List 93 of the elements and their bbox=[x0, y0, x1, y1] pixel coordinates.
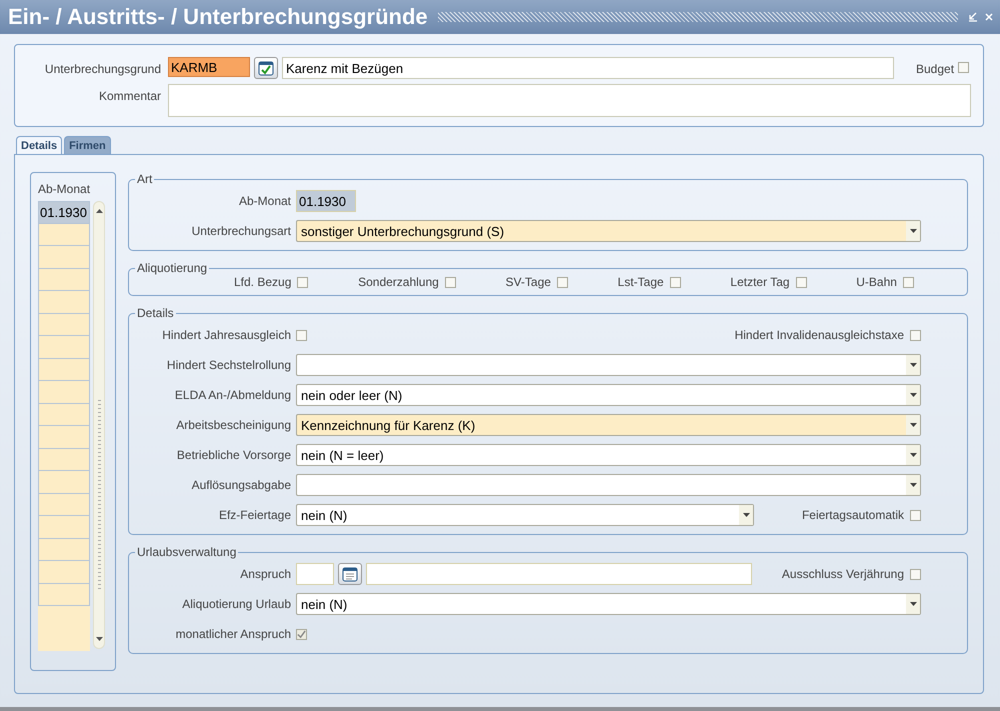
checkbox-label: Lfd. Bezug bbox=[234, 275, 292, 289]
checkbox[interactable] bbox=[910, 568, 921, 580]
calendar-button[interactable] bbox=[338, 563, 362, 585]
calendar-icon bbox=[342, 566, 358, 582]
field-label: Efz-Feiertage bbox=[218, 508, 291, 522]
dropdown-arrow-icon bbox=[910, 363, 916, 367]
checkbox-label: Budget bbox=[916, 61, 954, 76]
list-row[interactable]: 01.1930 bbox=[38, 201, 90, 224]
field-label: Arbeitsbescheinigung bbox=[175, 418, 291, 432]
checkbox[interactable] bbox=[670, 276, 681, 288]
checkbox[interactable] bbox=[902, 276, 914, 288]
comment-field[interactable] bbox=[168, 84, 971, 117]
checkbox-label: Lst-Tage bbox=[618, 275, 664, 289]
empty-list-row[interactable] bbox=[38, 381, 90, 404]
tab[interactable]: Details bbox=[16, 136, 62, 155]
empty-list-row[interactable] bbox=[38, 471, 90, 494]
dropdown[interactable]: nein (N) bbox=[296, 504, 754, 526]
checkbox[interactable] bbox=[296, 628, 307, 640]
empty-list-row[interactable] bbox=[38, 358, 90, 381]
checkbox-label: Ausschluss Verjährung bbox=[782, 567, 904, 581]
checkbox[interactable] bbox=[296, 330, 307, 340]
field-label: Betriebliche Vorsorge bbox=[176, 448, 291, 462]
dropdown[interactable]: nein oder leer (N) bbox=[296, 384, 921, 406]
checkbox-label: Sonderzahlung bbox=[358, 275, 439, 289]
field-label: Unterbrechungsart bbox=[190, 224, 291, 238]
dropdown[interactable] bbox=[296, 474, 921, 496]
field-label: Aliquotierung Urlaub bbox=[181, 597, 291, 611]
empty-list-row[interactable] bbox=[38, 561, 90, 584]
dropdown-arrow-icon bbox=[910, 483, 916, 487]
empty-list-row[interactable] bbox=[38, 426, 90, 448]
code-field[interactable]: KARMB bbox=[168, 57, 250, 77]
field-label: monatlicher Anspruch bbox=[174, 627, 291, 641]
dropdown-arrow-icon bbox=[742, 513, 750, 517]
lookup-button[interactable] bbox=[254, 57, 278, 79]
readonly-field: 01.1930 bbox=[296, 190, 356, 212]
dropdown-arrow-icon bbox=[910, 393, 916, 397]
tab[interactable]: Firmen bbox=[64, 136, 111, 154]
group-title: Art bbox=[136, 172, 154, 186]
checkbox-label: U-Bahn bbox=[856, 275, 897, 289]
empty-list-row[interactable] bbox=[38, 516, 90, 538]
checkbox[interactable] bbox=[556, 276, 568, 288]
description-field[interactable]: Karenz mit Bezügen bbox=[282, 57, 894, 79]
calendar-check-icon bbox=[258, 60, 274, 76]
dropdown[interactable]: Kennzeichnung für Karenz (K) bbox=[296, 414, 921, 436]
checkbox[interactable] bbox=[910, 510, 921, 520]
dropdown[interactable] bbox=[296, 354, 921, 376]
dropdown[interactable]: sonstiger Unterbrechungsgrund (S) bbox=[296, 220, 921, 242]
group-title: Details bbox=[136, 306, 175, 320]
checkbox-label: Letzter Tag bbox=[730, 275, 790, 289]
empty-list-row[interactable] bbox=[38, 538, 90, 561]
dropdown-arrow-icon bbox=[910, 229, 916, 233]
scroll-up-icon[interactable] bbox=[94, 208, 104, 214]
dropdown-arrow-icon bbox=[910, 453, 916, 457]
empty-list-row[interactable] bbox=[38, 448, 90, 471]
field-label: Ab-Monat bbox=[238, 194, 291, 208]
field-label: ELDA An-/Abmeldung bbox=[174, 388, 291, 402]
dropdown[interactable]: nein (N = leer) bbox=[296, 444, 921, 466]
checkbox[interactable] bbox=[910, 330, 921, 340]
input-field[interactable] bbox=[366, 563, 752, 585]
field-label: Kommentar bbox=[98, 88, 161, 103]
empty-list-row[interactable] bbox=[38, 404, 90, 426]
field-label: Anspruch bbox=[239, 567, 291, 581]
scrollbar[interactable] bbox=[93, 201, 105, 649]
dropdown[interactable]: nein (N) bbox=[296, 593, 921, 615]
empty-list-row[interactable] bbox=[38, 246, 90, 268]
empty-list-row[interactable] bbox=[38, 314, 90, 336]
empty-list-row[interactable] bbox=[38, 268, 90, 291]
field-label: Hindert Jahresausgleich bbox=[161, 328, 291, 342]
empty-list-row[interactable] bbox=[38, 494, 90, 516]
checkbox[interactable] bbox=[444, 276, 456, 288]
field-label: Hindert Sechstelrollung bbox=[166, 358, 291, 372]
dropdown-arrow-icon bbox=[910, 602, 916, 606]
group-title: Aliquotierung bbox=[136, 261, 208, 275]
window-title: Ein- / Austritts- / Unterbrechungsgründe bbox=[8, 4, 428, 30]
checkbox-label: Hindert Invalidenausgleichstaxe bbox=[734, 328, 904, 342]
empty-list-row[interactable] bbox=[38, 291, 90, 314]
checkbox-label: SV-Tage bbox=[506, 275, 551, 289]
empty-list-row[interactable] bbox=[38, 584, 90, 606]
checkbox[interactable] bbox=[796, 276, 807, 288]
checkbox-label: Feiertagsautomatik bbox=[802, 508, 904, 522]
field-label: Unterbrechungsgrund bbox=[44, 61, 161, 76]
checkbox[interactable] bbox=[958, 62, 970, 73]
close-icon[interactable] bbox=[984, 12, 994, 22]
field-label: Auflösungsabgabe bbox=[190, 478, 291, 492]
empty-list-row[interactable] bbox=[38, 336, 90, 358]
dropdown-arrow-icon bbox=[910, 423, 916, 427]
checkbox[interactable] bbox=[297, 276, 308, 288]
empty-list-row[interactable] bbox=[38, 224, 90, 246]
minimize-icon[interactable] bbox=[968, 12, 978, 22]
group-title: Urlaubsverwaltung bbox=[136, 545, 238, 559]
column-header: Ab-Monat bbox=[38, 182, 92, 198]
scroll-down-icon[interactable] bbox=[94, 636, 104, 642]
input-field[interactable] bbox=[296, 563, 334, 585]
